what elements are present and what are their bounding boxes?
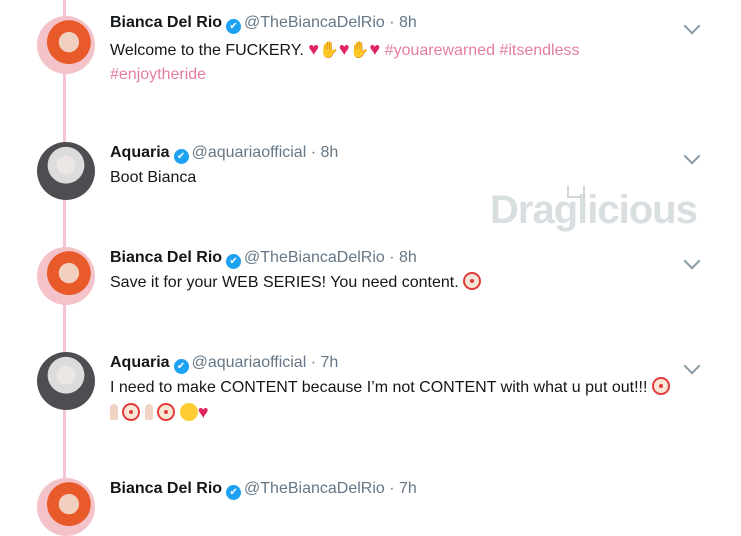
chevron-down-icon[interactable] (683, 252, 701, 270)
timestamp[interactable]: 8h (399, 14, 417, 31)
timestamp[interactable]: 7h (321, 354, 339, 371)
author-handle[interactable]: @TheBiancaDelRio (244, 480, 385, 497)
chevron-down-icon[interactable] (683, 17, 701, 35)
hashtag-link[interactable]: #itsendless (499, 42, 579, 59)
clown-face-icon (651, 377, 670, 395)
avatar[interactable] (37, 142, 95, 200)
author-handle[interactable]: @aquariaofficial (192, 144, 307, 161)
tweet-text: Boot Bianca (110, 169, 197, 186)
heart-icon: ♥ (197, 402, 209, 422)
author-handle[interactable]: @aquariaofficial (192, 354, 307, 371)
hashtag-link[interactable]: #youarewarned (385, 42, 495, 59)
tweet-text: I need to make CONTENT because I’m not C… (110, 379, 648, 396)
heart-icon: ♥ (369, 39, 381, 59)
separator: · (389, 480, 395, 497)
author-handle[interactable]: @TheBiancaDelRio (244, 249, 385, 266)
raised-hands-icon: ✋ (349, 42, 370, 59)
verified-icon: ✔ (226, 254, 242, 269)
tweet[interactable]: Bianca Del Rio ✔ @TheBiancaDelRio · 8h Wel… (0, 0, 741, 110)
avatar[interactable] (37, 16, 95, 74)
clown-face-icon (463, 272, 482, 290)
separator: · (310, 144, 317, 161)
verified-icon: ✔ (226, 485, 242, 500)
middle-finger-icon (110, 404, 118, 420)
tweet[interactable]: Aquaria ✔ @aquariaofficial · 7h I need to … (0, 340, 741, 460)
hashtag-link[interactable]: #enjoytheride (110, 66, 206, 83)
author-handle[interactable]: @TheBiancaDelRio (244, 14, 385, 31)
author-name[interactable]: Bianca Del Rio (110, 480, 222, 497)
heart-icon: ♥ (308, 39, 319, 59)
author-name[interactable]: Aquaria (110, 144, 170, 161)
verified-icon: ✔ (173, 359, 189, 374)
avatar[interactable] (37, 247, 95, 305)
tweet-text: Welcome to the FUCKERY. (110, 42, 304, 59)
timestamp[interactable]: 7h (399, 480, 417, 497)
avatar[interactable] (37, 352, 95, 410)
timestamp[interactable]: 8h (399, 249, 417, 266)
author-name[interactable]: Bianca Del Rio (110, 14, 222, 31)
verified-icon: ✔ (226, 19, 242, 34)
tweet[interactable]: Bianca Del Rio ✔ @TheBiancaDelRio · 8h Sav… (0, 235, 741, 335)
author-name[interactable]: Bianca Del Rio (110, 249, 222, 266)
heart-icon: ♥ (338, 39, 350, 59)
chevron-down-icon[interactable] (683, 147, 701, 165)
separator: · (389, 14, 395, 31)
separator: · (310, 354, 317, 371)
tweet[interactable]: Bianca Del Rio ✔ @TheBiancaDelRio · 7h (0, 476, 741, 536)
clown-face-icon (157, 403, 176, 421)
rolling-laughing-icon (179, 403, 198, 421)
author-name[interactable]: Aquaria (110, 354, 170, 371)
middle-finger-icon (144, 404, 153, 420)
tweet[interactable]: Aquaria ✔ @aquariaofficial · 8h Boot Bianc… (0, 130, 741, 225)
avatar[interactable] (37, 478, 95, 536)
raised-hands-icon: ✋ (319, 42, 339, 59)
clown-face-icon (122, 403, 141, 421)
separator: · (389, 249, 395, 266)
timestamp[interactable]: 8h (321, 144, 339, 161)
chevron-down-icon[interactable] (683, 357, 701, 375)
verified-icon: ✔ (173, 149, 189, 164)
tweet-text: Save it for your WEB SERIES! You need co… (110, 274, 459, 291)
